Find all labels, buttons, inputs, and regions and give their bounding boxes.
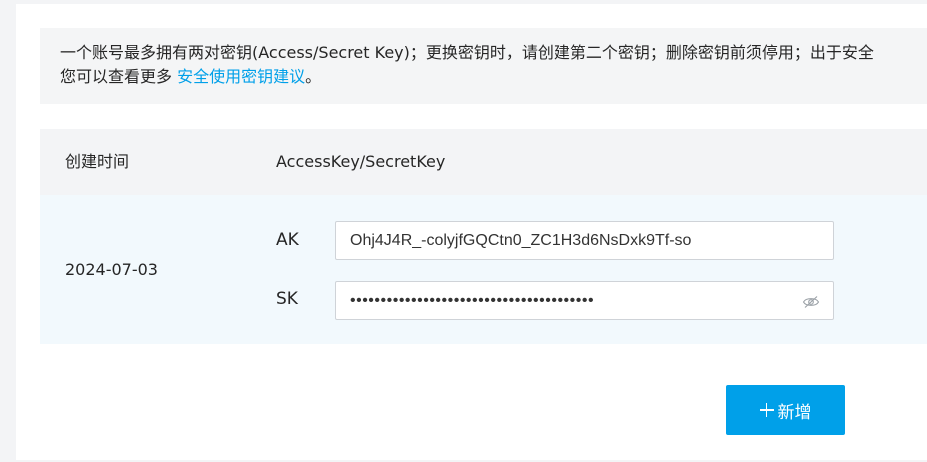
eye-off-icon[interactable] [802, 294, 820, 308]
table-row: 2024-07-03 AK SK [40, 195, 927, 344]
add-key-button-label: 新增 [777, 402, 812, 423]
column-header-created: 创建时间 [65, 152, 130, 171]
eye-off-icon-graphic [802, 296, 820, 308]
notice-text-prefix: 您可以查看更多 [60, 67, 178, 86]
notice-text-line1: 一个账号最多拥有两对密钥(Access/Secret Key)；更换密钥时，请创… [60, 43, 874, 62]
access-key-field[interactable] [335, 221, 834, 260]
plus-icon [759, 403, 774, 417]
security-advice-link[interactable]: 安全使用密钥建议 [177, 67, 305, 86]
notice-banner: 一个账号最多拥有两对密钥(Access/Secret Key)；更换密钥时，请创… [40, 28, 927, 104]
table-header: 创建时间 AccessKey/SecretKey [40, 129, 927, 195]
add-key-button[interactable]: 新增 [726, 385, 845, 435]
secret-key-field[interactable] [335, 281, 834, 320]
created-date: 2024-07-03 [65, 260, 158, 279]
ak-label: AK [276, 230, 299, 250]
notice-text-suffix: 。 [305, 67, 322, 86]
notice-text-line2: 您可以查看更多 安全使用密钥建议。 [60, 65, 927, 89]
column-header-keys: AccessKey/SecretKey [276, 152, 446, 171]
sk-label: SK [276, 289, 298, 309]
access-keys-panel: 一个账号最多拥有两对密钥(Access/Secret Key)；更换密钥时，请创… [16, 4, 927, 460]
